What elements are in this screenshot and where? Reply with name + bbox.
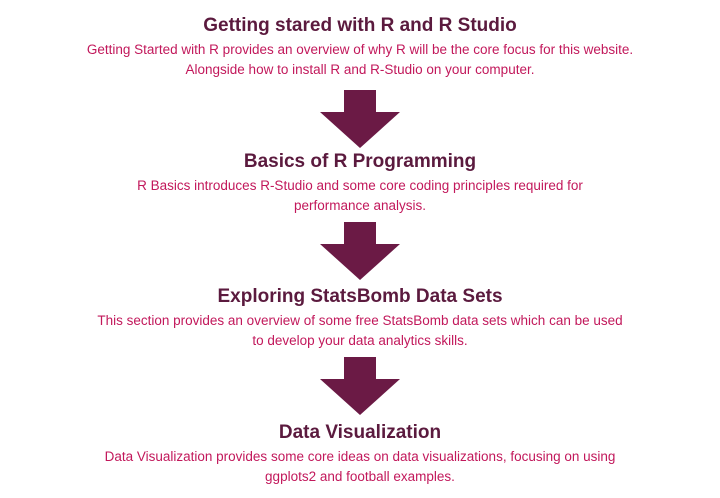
step-1: Getting stared with R and R Studio Getti…	[0, 14, 720, 80]
step-3: Exploring StatsBomb Data Sets This secti…	[0, 285, 720, 351]
step-4-description: Data Visualization provides some core id…	[104, 449, 616, 484]
step-4-title: Data Visualization	[278, 422, 442, 443]
down-arrow-icon	[320, 90, 400, 148]
step-1-description: Getting Started with R provides an overv…	[86, 42, 634, 77]
step-2: Basics of R Programming R Basics introdu…	[0, 150, 720, 216]
step-3-description: This section provides an overview of som…	[97, 313, 623, 348]
step-4: Data Visualization Data Visualization pr…	[0, 421, 720, 487]
down-arrow-icon	[320, 222, 400, 280]
step-2-title: Basics of R Programming	[243, 151, 477, 172]
step-1-title: Getting stared with R and R Studio	[203, 15, 517, 36]
step-2-description: R Basics introduces R-Studio and some co…	[137, 178, 583, 213]
down-arrow-icon	[320, 357, 400, 415]
step-3-title: Exploring StatsBomb Data Sets	[217, 286, 503, 307]
